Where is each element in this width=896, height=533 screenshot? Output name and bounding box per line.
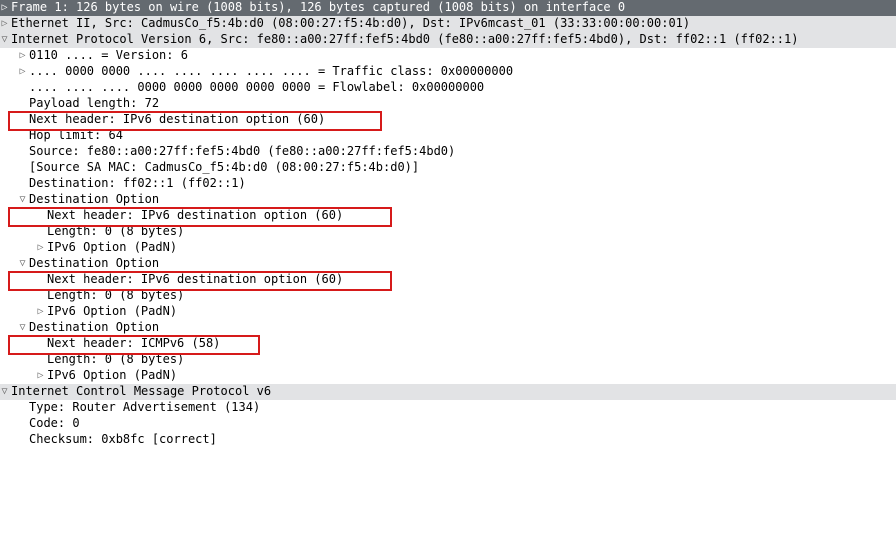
ipv6-payload-length: Payload length: 72 (29, 96, 159, 112)
destopt-2-title-row[interactable]: Destination Option (0, 256, 896, 272)
ipv6-hop-limit: Hop limit: 64 (29, 128, 123, 144)
destopt-2-next-header: Next header: IPv6 destination option (60… (47, 272, 343, 288)
expand-icon[interactable] (36, 371, 45, 381)
destopt-2-title: Destination Option (29, 256, 159, 272)
ipv6-payload-length-row[interactable]: Payload length: 72 (0, 96, 896, 112)
destopt-2-length: Length: 0 (8 bytes) (47, 288, 184, 304)
icmpv6-code-row[interactable]: Code: 0 (0, 416, 896, 432)
destopt-2-next-header-row[interactable]: Next header: IPv6 destination option (60… (0, 272, 896, 288)
collapse-icon[interactable] (18, 323, 27, 333)
expand-icon[interactable] (0, 3, 9, 13)
destopt-2-option: IPv6 Option (PadN) (47, 304, 177, 320)
icmpv6-type-row[interactable]: Type: Router Advertisement (134) (0, 400, 896, 416)
expand-icon[interactable] (0, 19, 9, 29)
ipv6-flowlabel-row[interactable]: .... .... .... 0000 0000 0000 0000 0000 … (0, 80, 896, 96)
ipv6-source-sa-mac-row[interactable]: [Source SA MAC: CadmusCo_f5:4b:d0 (08:00… (0, 160, 896, 176)
destopt-3-next-header: Next header: ICMPv6 (58) (47, 336, 220, 352)
ipv6-summary-row[interactable]: Internet Protocol Version 6, Src: fe80::… (0, 32, 896, 48)
expand-icon[interactable] (18, 51, 27, 61)
ipv6-next-header: Next header: IPv6 destination option (60… (29, 112, 325, 128)
collapse-icon[interactable] (0, 387, 9, 397)
frame-summary-row[interactable]: Frame 1: 126 bytes on wire (1008 bits), … (0, 0, 896, 16)
destopt-3-title: Destination Option (29, 320, 159, 336)
destopt-1-option: IPv6 Option (PadN) (47, 240, 177, 256)
destopt-2-length-row[interactable]: Length: 0 (8 bytes) (0, 288, 896, 304)
ipv6-flowlabel: .... .... .... 0000 0000 0000 0000 0000 … (29, 80, 484, 96)
icmpv6-code: Code: 0 (29, 416, 80, 432)
ipv6-hop-limit-row[interactable]: Hop limit: 64 (0, 128, 896, 144)
ipv6-source-row[interactable]: Source: fe80::a00:27ff:fef5:4bd0 (fe80::… (0, 144, 896, 160)
destopt-1-length: Length: 0 (8 bytes) (47, 224, 184, 240)
destopt-3-title-row[interactable]: Destination Option (0, 320, 896, 336)
destopt-3-length: Length: 0 (8 bytes) (47, 352, 184, 368)
destopt-3-length-row[interactable]: Length: 0 (8 bytes) (0, 352, 896, 368)
ipv6-source: Source: fe80::a00:27ff:fef5:4bd0 (fe80::… (29, 144, 455, 160)
ipv6-next-header-row[interactable]: Next header: IPv6 destination option (60… (0, 112, 896, 128)
ipv6-tclass: .... 0000 0000 .... .... .... .... .... … (29, 64, 513, 80)
ipv6-version: 0110 .... = Version: 6 (29, 48, 188, 64)
expand-icon[interactable] (36, 243, 45, 253)
packet-details-pane[interactable]: Frame 1: 126 bytes on wire (1008 bits), … (0, 0, 896, 448)
destopt-2-option-row[interactable]: IPv6 Option (PadN) (0, 304, 896, 320)
collapse-icon[interactable] (18, 195, 27, 205)
icmpv6-checksum: Checksum: 0xb8fc [correct] (29, 432, 217, 448)
ipv6-summary: Internet Protocol Version 6, Src: fe80::… (11, 32, 798, 48)
expand-icon[interactable] (36, 307, 45, 317)
frame-summary: Frame 1: 126 bytes on wire (1008 bits), … (11, 0, 625, 16)
destopt-1-next-header-row[interactable]: Next header: IPv6 destination option (60… (0, 208, 896, 224)
destopt-3-option: IPv6 Option (PadN) (47, 368, 177, 384)
destopt-3-option-row[interactable]: IPv6 Option (PadN) (0, 368, 896, 384)
icmpv6-title: Internet Control Message Protocol v6 (11, 384, 271, 400)
ipv6-destination: Destination: ff02::1 (ff02::1) (29, 176, 246, 192)
ipv6-tclass-row[interactable]: .... 0000 0000 .... .... .... .... .... … (0, 64, 896, 80)
ethernet-summary: Ethernet II, Src: CadmusCo_f5:4b:d0 (08:… (11, 16, 690, 32)
collapse-icon[interactable] (0, 35, 9, 45)
ipv6-version-row[interactable]: 0110 .... = Version: 6 (0, 48, 896, 64)
collapse-icon[interactable] (18, 259, 27, 269)
destopt-1-length-row[interactable]: Length: 0 (8 bytes) (0, 224, 896, 240)
destopt-1-title-row[interactable]: Destination Option (0, 192, 896, 208)
destopt-1-option-row[interactable]: IPv6 Option (PadN) (0, 240, 896, 256)
icmpv6-checksum-row[interactable]: Checksum: 0xb8fc [correct] (0, 432, 896, 448)
ethernet-summary-row[interactable]: Ethernet II, Src: CadmusCo_f5:4b:d0 (08:… (0, 16, 896, 32)
ipv6-destination-row[interactable]: Destination: ff02::1 (ff02::1) (0, 176, 896, 192)
destopt-1-next-header: Next header: IPv6 destination option (60… (47, 208, 343, 224)
expand-icon[interactable] (18, 67, 27, 77)
icmpv6-title-row[interactable]: Internet Control Message Protocol v6 (0, 384, 896, 400)
ipv6-source-sa-mac: [Source SA MAC: CadmusCo_f5:4b:d0 (08:00… (29, 160, 419, 176)
destopt-3-next-header-row[interactable]: Next header: ICMPv6 (58) (0, 336, 896, 352)
icmpv6-type: Type: Router Advertisement (134) (29, 400, 260, 416)
destopt-1-title: Destination Option (29, 192, 159, 208)
